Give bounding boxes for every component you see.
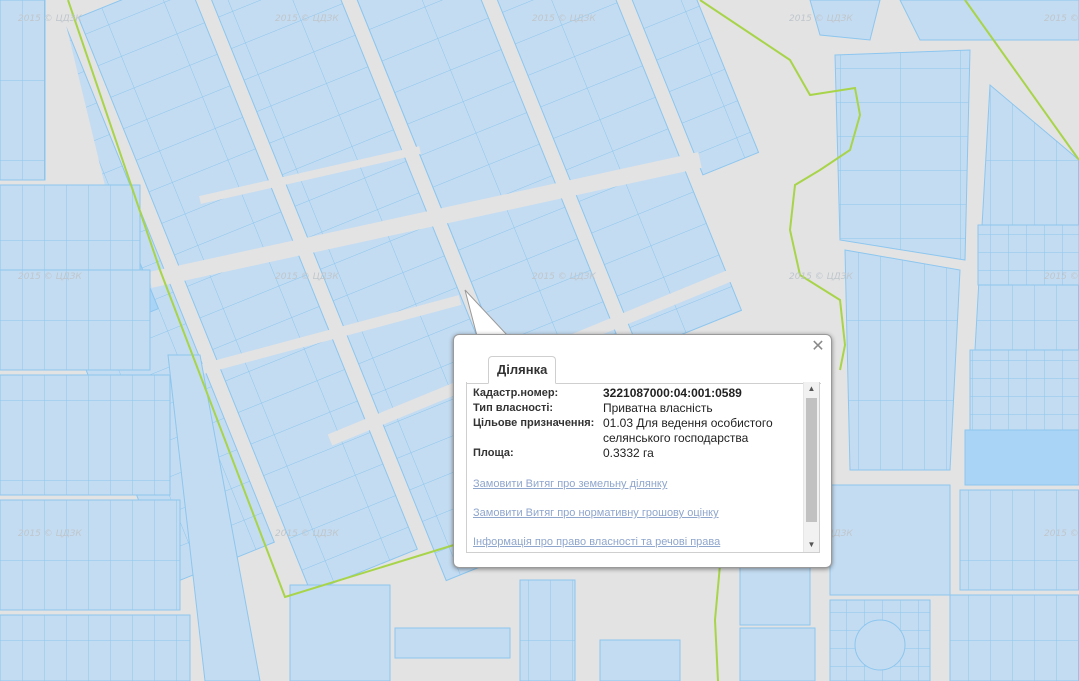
popup-tab-bar: Ділянка [466, 355, 821, 384]
property-value: 3221087000:04:001:0589 [603, 386, 742, 400]
popup-content: Кадастр.номер: 3221087000:04:001:0589 Ти… [466, 382, 820, 553]
property-value: 0.3332 га [603, 446, 654, 460]
watermark: 2015 © ЦДЗК [532, 14, 596, 24]
scrollbar-thumb[interactable] [806, 398, 817, 522]
close-icon[interactable]: ✕ [811, 339, 825, 355]
watermark: 2015 © ЦДЗК [275, 529, 339, 539]
tab-parcel[interactable]: Ділянка [488, 356, 557, 384]
property-key: Тип власності: [473, 402, 554, 414]
property-key: Площа: [473, 447, 514, 459]
watermark: 2015 © ЦДЗК [789, 272, 853, 282]
watermark: 2015 © ЦДЗК [789, 14, 853, 24]
scroll-down-arrow-icon[interactable]: ▼ [804, 538, 819, 552]
popup-scrollbar[interactable]: ▲ ▼ [803, 382, 819, 552]
property-row: Площа: 0.3332 га [473, 446, 803, 461]
popup-pointer [464, 289, 511, 338]
property-row: Цільове призначення: 01.03 Для ведення о… [473, 416, 803, 446]
watermark: 2015 © ЦДЗК [532, 272, 596, 282]
watermark: 2015 © ЦДЗК [1044, 529, 1079, 539]
property-row: Кадастр.номер: 3221087000:04:001:0589 [473, 386, 803, 401]
watermark: 2015 © ЦДЗК [1044, 14, 1079, 24]
watermark: 2015 © ЦДЗК [275, 14, 339, 24]
property-value: Приватна власність [603, 401, 713, 415]
order-valuation-extract-link[interactable]: Замовити Витяг про нормативну грошову оц… [473, 507, 719, 519]
watermark: 2015 © ЦДЗК [18, 14, 82, 24]
scroll-up-arrow-icon[interactable]: ▲ [804, 382, 819, 396]
property-row: Тип власності: Приватна власність [473, 401, 803, 416]
property-key: Кадастр.номер: [473, 387, 559, 399]
parcel-blocks-lower [289, 559, 816, 681]
order-land-extract-link[interactable]: Замовити Витяг про земельну ділянку [473, 478, 667, 490]
watermark: 2015 © ЦДЗК [18, 529, 82, 539]
property-key: Цільове призначення: [473, 417, 595, 429]
property-value: 01.03 Для ведення особистого селянського… [603, 416, 773, 445]
watermark: 2015 © ЦДЗК [18, 272, 82, 282]
parcel-properties-table: Кадастр.номер: 3221087000:04:001:0589 Ти… [473, 386, 803, 461]
ownership-rights-info-link[interactable]: Інформація про право власності та речові… [473, 536, 720, 548]
watermark: 2015 © ЦДЗК [1044, 272, 1079, 282]
parcel-info-popup: ✕ Ділянка Кадастр.номер: 3221087000:04:0… [453, 334, 832, 568]
watermark: 2015 © ЦДЗК [275, 272, 339, 282]
